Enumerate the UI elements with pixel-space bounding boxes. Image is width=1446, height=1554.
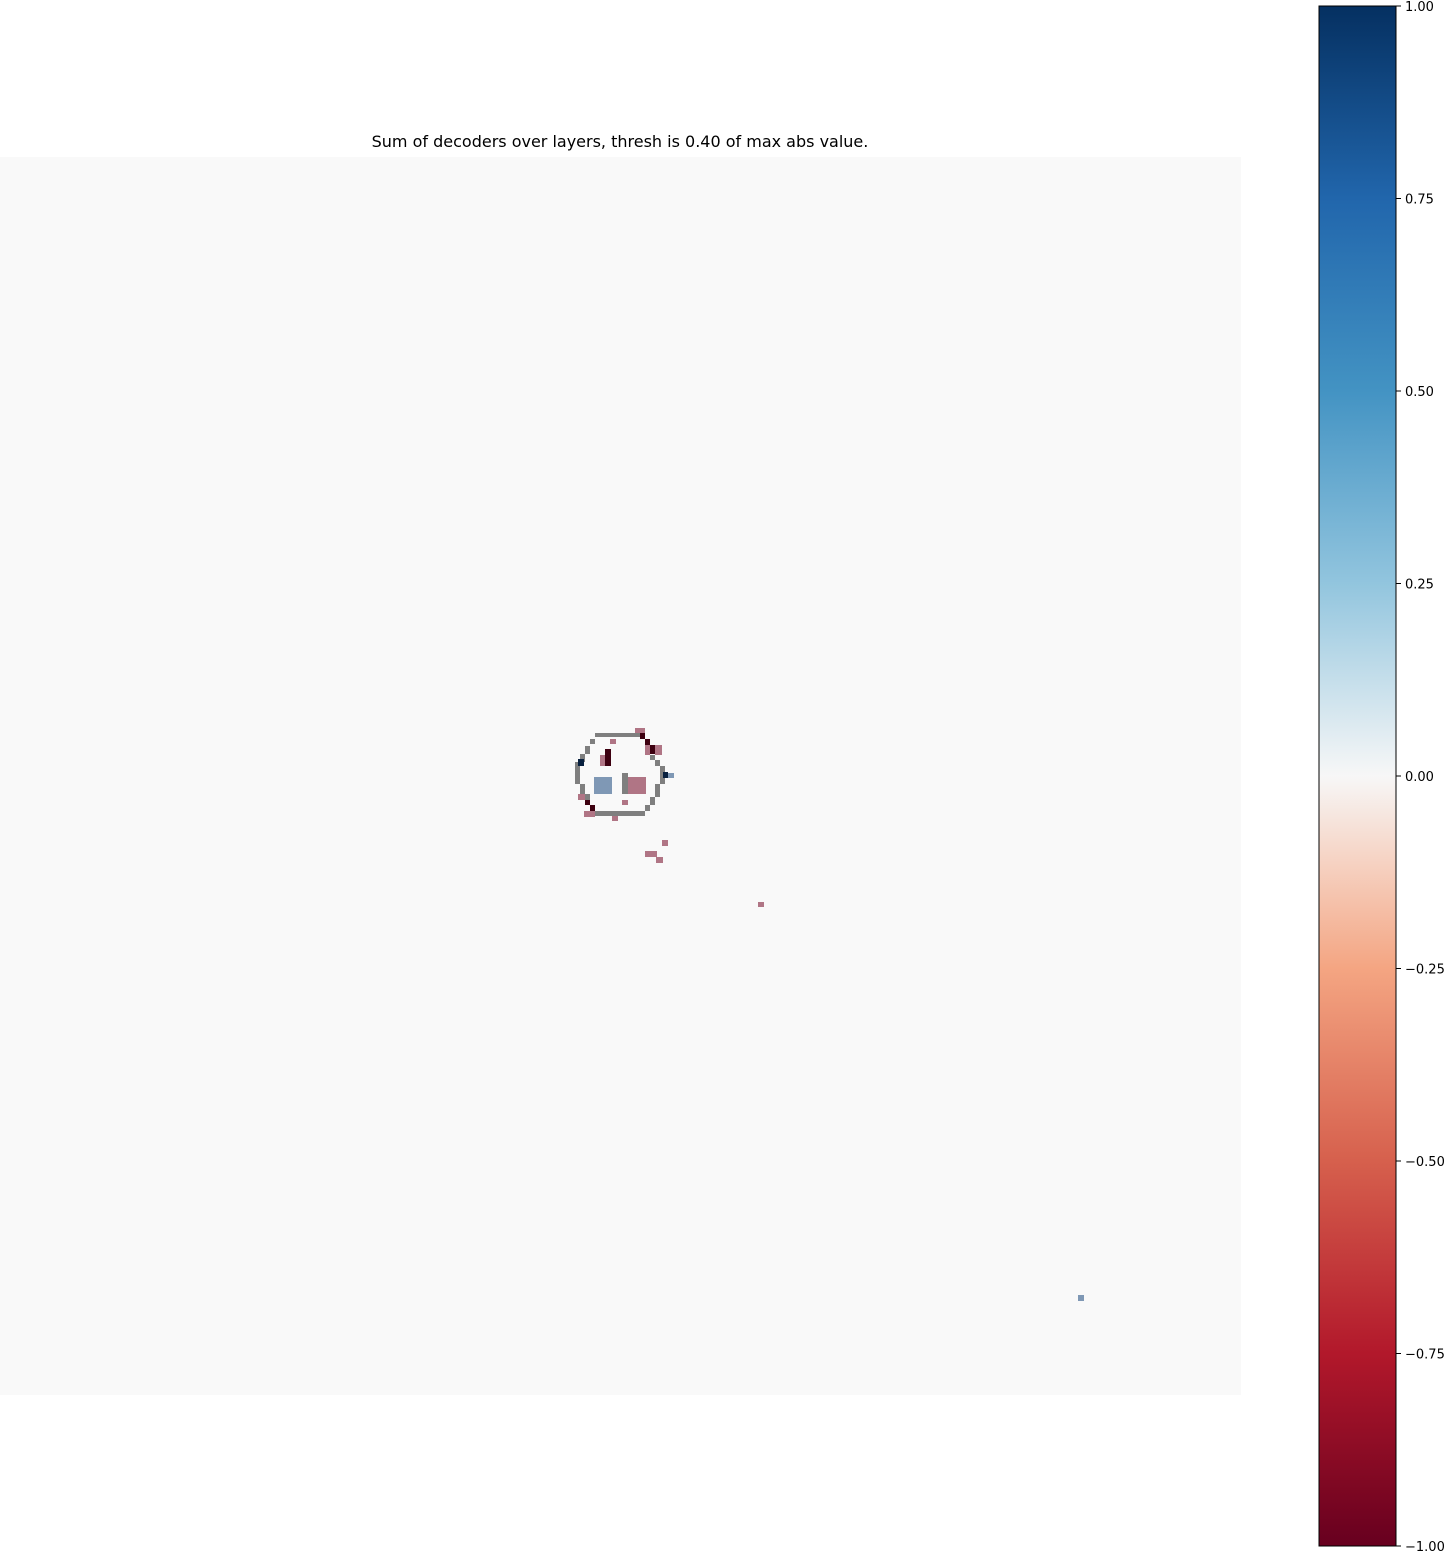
figure: Sum of decoders over layers, thresh is 0… bbox=[0, 0, 1445, 1554]
heatmap-cell bbox=[610, 739, 616, 744]
heatmap-cell bbox=[584, 811, 595, 817]
colorbar-tick-label: −0.25 bbox=[1405, 963, 1445, 978]
heatmap-cell bbox=[645, 745, 650, 755]
chart-title: Sum of decoders over layers, thresh is 0… bbox=[372, 132, 869, 151]
heatmap-cell bbox=[640, 733, 645, 739]
heatmap-cell bbox=[578, 794, 585, 800]
heatmap-cell bbox=[580, 784, 585, 794]
colorbar-ticks: 1.00 0.75 0.50 0.25 0.00 −0.25 −0.50 −0.75 −1.00 bbox=[1396, 0, 1445, 1554]
heatmap-cell bbox=[585, 800, 590, 805]
heatmap-cell bbox=[622, 800, 628, 805]
heatmap-cell bbox=[585, 794, 590, 800]
heatmap-cell bbox=[655, 745, 662, 755]
heatmap-cell bbox=[645, 851, 657, 857]
heatmap-cell bbox=[656, 857, 663, 863]
colorbar-tick-label: −0.50 bbox=[1405, 1155, 1445, 1170]
colorbar-tick-label: 0.75 bbox=[1405, 193, 1434, 208]
heatmap-cell bbox=[590, 805, 595, 811]
heatmap-cell bbox=[590, 739, 595, 744]
colorbar-tick-label: −1.00 bbox=[1405, 1540, 1445, 1554]
heatmap-cell bbox=[600, 755, 605, 766]
heatmap-cell bbox=[662, 840, 668, 846]
colorbar-tick-label: 0.25 bbox=[1405, 578, 1434, 593]
heatmap-cell bbox=[622, 773, 628, 794]
colorbar-tick-label: 0.50 bbox=[1405, 385, 1434, 400]
colorbar-tick-label: 1.00 bbox=[1405, 0, 1434, 15]
heatmap-cell bbox=[595, 733, 640, 737]
heatmap-cell bbox=[1078, 1295, 1084, 1301]
heatmap-cell bbox=[655, 784, 660, 797]
heatmap-cell bbox=[605, 749, 611, 766]
heatmap-cell bbox=[758, 902, 764, 907]
heatmap-cell bbox=[655, 760, 660, 766]
heatmap-cell bbox=[595, 811, 645, 816]
heatmap-cell bbox=[635, 728, 645, 733]
heatmap-cell bbox=[668, 773, 674, 778]
heatmap-cell bbox=[585, 746, 590, 754]
heatmap-cell bbox=[650, 745, 655, 754]
colorbar-tick-label: 0.00 bbox=[1405, 770, 1434, 785]
heatmap-cell bbox=[645, 805, 650, 811]
colorbar: 1.00 0.75 0.50 0.25 0.00 −0.25 −0.50 −0.75 −1.00 bbox=[1318, 0, 1445, 1554]
heatmap-cell bbox=[628, 777, 646, 794]
heatmap-cell bbox=[663, 772, 668, 778]
heatmap-cell bbox=[650, 797, 655, 805]
heatmap-cell bbox=[645, 739, 650, 745]
heatmap-cell bbox=[578, 759, 584, 766]
heatmap-cell bbox=[612, 816, 618, 821]
heatmap-cell bbox=[650, 755, 655, 760]
heatmap-background bbox=[0, 157, 1241, 1395]
heatmap-cell bbox=[594, 777, 612, 794]
heatmap bbox=[0, 157, 1241, 1395]
colorbar-gradient bbox=[1318, 5, 1397, 1547]
colorbar-tick-label: −0.75 bbox=[1405, 1348, 1445, 1363]
